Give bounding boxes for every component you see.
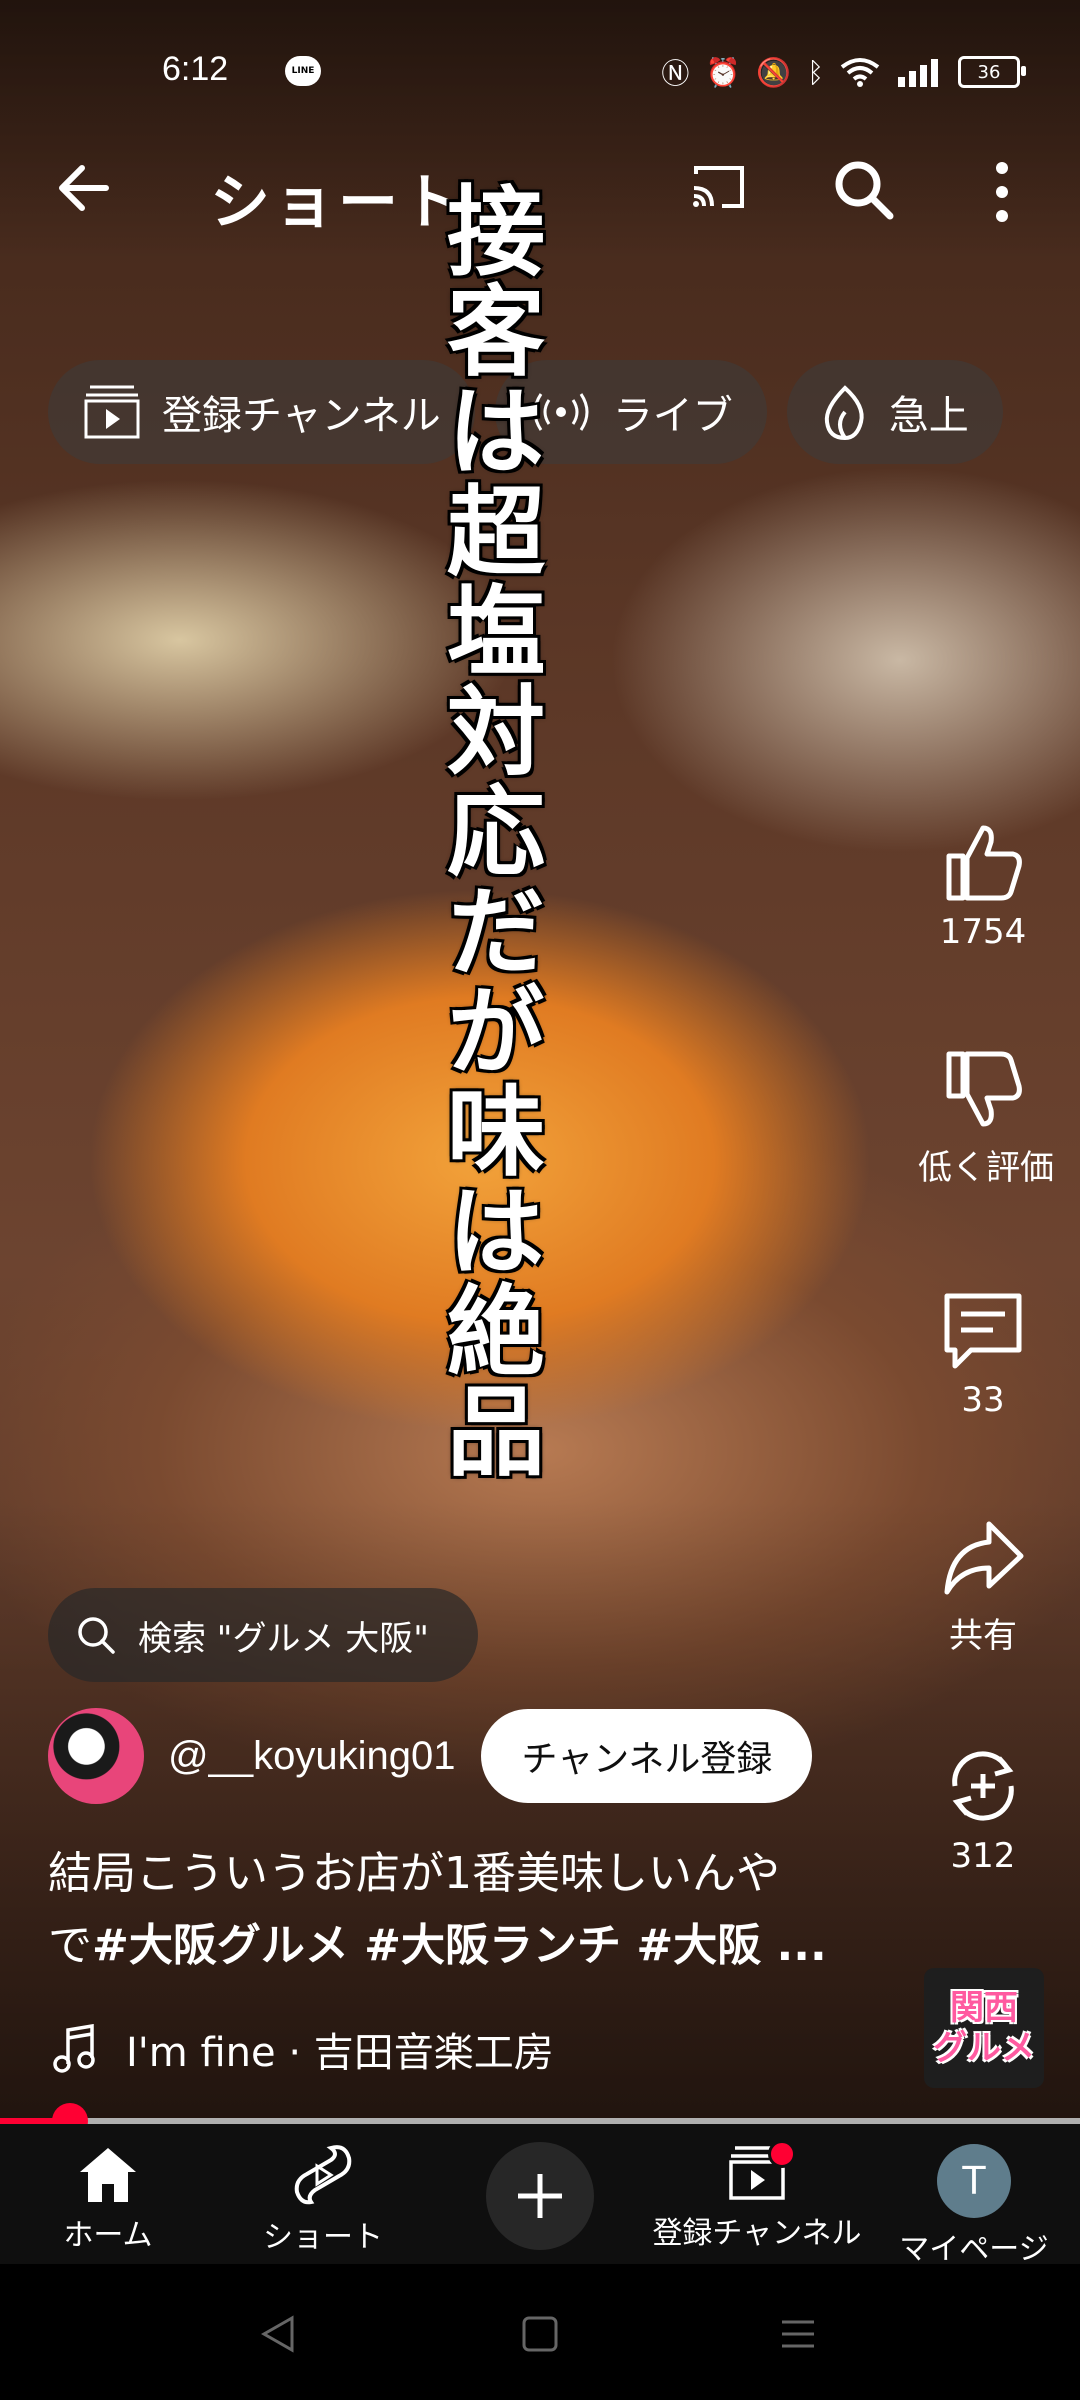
create-button[interactable]: [486, 2142, 594, 2250]
status-time: 6:12: [162, 50, 229, 88]
sticker-line-1: 関西: [950, 1988, 1018, 2028]
sticker-line-2: グルメ: [933, 2028, 1035, 2068]
thumbs-down-icon: [946, 1051, 1022, 1127]
share-button[interactable]: 共有: [918, 1516, 1048, 1657]
system-back-button[interactable]: [258, 2314, 298, 2358]
like-count: 1754: [939, 912, 1027, 952]
trending-icon: [824, 385, 864, 440]
chip-trending[interactable]: 急上: [786, 360, 1003, 464]
nav-subscriptions-label: 登録チャンネル: [652, 2216, 862, 2251]
alarm-icon: ⏰: [705, 55, 741, 89]
subscriptions-icon: [84, 385, 140, 439]
mute-icon: 🔕: [756, 55, 792, 89]
description-line-1: 結局こういうお店が1番美味しいんや: [48, 1848, 780, 1899]
channel-row: @__koyuking01 チャンネル登録: [48, 1706, 813, 1806]
nav-mypage-label: マイページ: [899, 2232, 1049, 2267]
subscribe-button[interactable]: チャンネル登録: [481, 1709, 813, 1803]
like-button[interactable]: 1754: [918, 820, 1048, 952]
wifi-icon: [840, 58, 880, 87]
bottom-navigation: ホーム ショート 登録チャンネル T マイページ: [0, 2124, 1080, 2267]
line-app-icon: LINE: [285, 56, 321, 86]
share-icon: [944, 1521, 1024, 1595]
remix-button[interactable]: 312: [918, 1744, 1048, 1876]
description-hashtags: #大阪グルメ #大阪ランチ #大阪 ...: [92, 1920, 827, 1971]
search-icon[interactable]: [832, 158, 896, 222]
system-recents-button[interactable]: [778, 2314, 818, 2358]
page-title: ショート: [210, 168, 466, 238]
nav-home-label: ホーム: [63, 2218, 153, 2253]
system-status-icons: Ⓝ ⏰ 🔕 ᛒ 36: [661, 52, 1026, 92]
channel-avatar[interactable]: [48, 1708, 144, 1804]
search-suggestion-text: 検索 "グルメ 大阪": [138, 1618, 429, 1659]
signal-icon: [898, 59, 938, 87]
system-navigation-bar: [0, 2264, 1080, 2400]
home-square-icon: [522, 2316, 558, 2352]
back-triangle-icon: [260, 2315, 294, 2353]
dislike-label: 低く評価: [918, 1148, 1054, 1188]
status-bar: 6:12 LINE Ⓝ ⏰ 🔕 ᛒ 36: [0, 44, 1080, 100]
comment-count: 33: [961, 1380, 1005, 1420]
video-overlay-caption: 接客は超塩対応だが味は絶品: [430, 180, 545, 1480]
nav-shorts-label: ショート: [263, 2220, 383, 2255]
remix-icon: [952, 1751, 1014, 1821]
comment-icon: [944, 1293, 1022, 1369]
shorts-icon: [294, 2145, 352, 2205]
chip-live-label: ライブ: [612, 393, 733, 439]
recents-icon: [782, 2320, 814, 2348]
music-label: I'm fine · 吉田音楽工房: [126, 2030, 554, 2076]
cast-icon[interactable]: [690, 164, 746, 210]
nav-home[interactable]: ホーム: [46, 2144, 170, 2254]
search-icon: [78, 1617, 115, 1654]
video-description[interactable]: 結局こういうお店が1番美味しいんや で#大阪グルメ #大阪ランチ #大阪 ...: [48, 1838, 868, 1982]
nfc-icon: Ⓝ: [661, 57, 690, 90]
more-options-icon[interactable]: [990, 160, 1014, 224]
comments-button[interactable]: 33: [918, 1288, 1048, 1420]
home-icon: [80, 2148, 136, 2202]
system-home-button[interactable]: [520, 2314, 560, 2358]
new-content-badge: [768, 2140, 796, 2168]
remix-count: 312: [950, 1836, 1016, 1876]
chip-subscriptions-label: 登録チャンネル: [162, 393, 441, 439]
user-avatar: T: [937, 2144, 1011, 2218]
description-line-2: で#大阪グルメ #大阪ランチ #大阪 ...: [48, 1910, 868, 1982]
description-prefix: で: [48, 1920, 92, 1971]
battery-indicator: 36: [958, 56, 1026, 88]
dislike-button[interactable]: 低く評価: [918, 1048, 1054, 1189]
nav-shorts[interactable]: ショート: [258, 2144, 388, 2256]
plus-icon: [518, 2174, 562, 2218]
music-attribution[interactable]: I'm fine · 吉田音楽工房: [52, 2020, 554, 2078]
share-label: 共有: [949, 1616, 1017, 1656]
chip-trending-label: 急上: [888, 393, 969, 439]
chip-subscriptions[interactable]: 登録チャンネル: [48, 360, 475, 464]
thumbs-up-icon: [946, 825, 1022, 901]
sound-thumbnail[interactable]: 関西 グルメ: [924, 1968, 1044, 2088]
search-suggestion-pill[interactable]: 検索 "グルメ 大阪": [48, 1588, 478, 1682]
nav-subscriptions[interactable]: 登録チャンネル: [650, 2140, 864, 2252]
channel-handle[interactable]: @__koyuking01: [168, 1734, 455, 1779]
nav-mypage[interactable]: T マイページ: [898, 2144, 1050, 2268]
bluetooth-icon: ᛒ: [807, 55, 824, 89]
back-arrow-icon[interactable]: [52, 158, 112, 230]
music-note-icon: [53, 2024, 95, 2073]
